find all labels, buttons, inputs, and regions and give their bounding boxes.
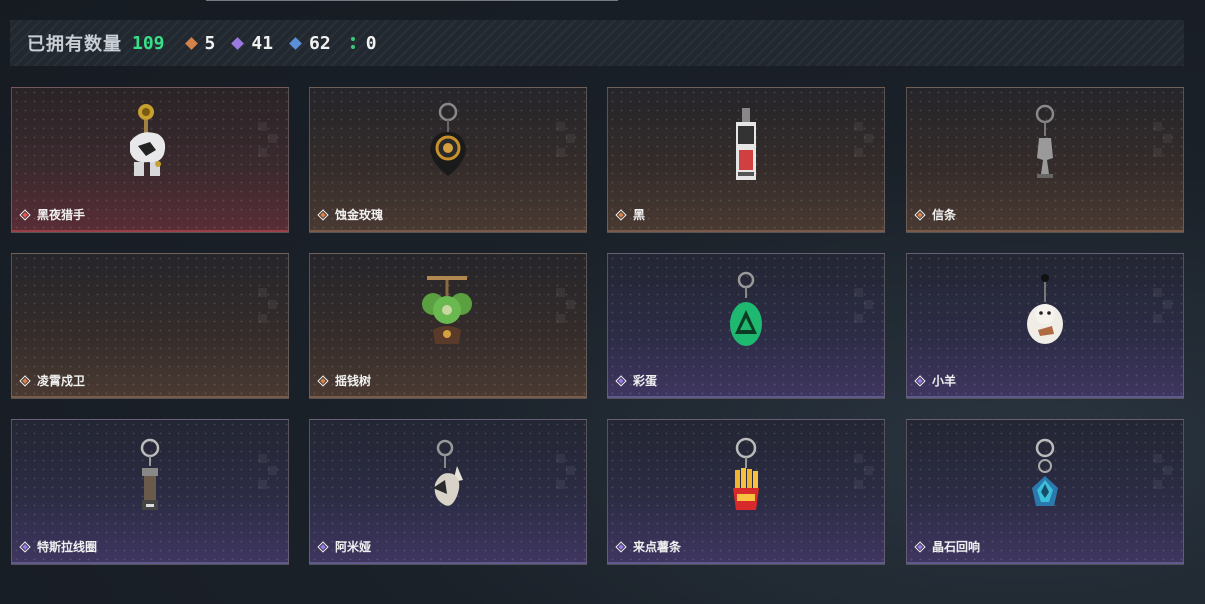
top-divider xyxy=(206,0,618,1)
item-name: 信条 xyxy=(932,208,957,222)
stat-blue-value: 62 xyxy=(309,32,331,54)
purple-rarity-icon xyxy=(317,540,329,553)
purple-rarity-icon xyxy=(19,540,31,553)
orange-diamond-icon xyxy=(184,36,198,50)
orange-rarity-icon xyxy=(19,374,31,387)
item-card[interactable]: 来点薯条 xyxy=(607,419,885,565)
orange-rarity-icon xyxy=(317,208,329,221)
easter-egg-charm-icon xyxy=(730,271,762,346)
crystal-echo-charm-icon xyxy=(1032,438,1058,506)
creed-charm-icon xyxy=(1035,104,1055,178)
item-card[interactable]: 蚀金玫瑰 xyxy=(309,87,587,233)
item-name: 彩蛋 xyxy=(633,374,658,388)
amiya-charm-icon xyxy=(433,439,463,506)
item-name: 小羊 xyxy=(932,374,957,388)
purple-rarity-icon xyxy=(615,374,627,387)
red-rarity-icon xyxy=(19,208,31,221)
item-card[interactable]: 黑夜猎手 xyxy=(11,87,289,233)
owned-label: 已拥有数量 xyxy=(27,34,122,55)
money-tree-charm-icon xyxy=(422,276,472,344)
purple-rarity-icon xyxy=(914,540,926,553)
item-name: 摇钱树 xyxy=(335,374,372,388)
item-name: 黑夜猎手 xyxy=(37,208,86,222)
purple-rarity-icon xyxy=(914,374,926,387)
orange-rarity-icon xyxy=(317,374,329,387)
night-hunter-charm-icon xyxy=(130,104,166,176)
collection-summary-bar: 已拥有数量 109 5 41 62 0 xyxy=(10,20,1184,66)
fries-charm-icon xyxy=(733,437,759,510)
stat-orange: 5 xyxy=(184,32,216,54)
item-name: 阿米娅 xyxy=(335,540,372,554)
stat-blue: 62 xyxy=(289,32,331,54)
stat-orange-value: 5 xyxy=(204,32,216,54)
stat-purple: 41 xyxy=(231,32,274,54)
item-name: 晶石回响 xyxy=(932,540,981,554)
tesla-coil-charm-icon xyxy=(140,438,160,510)
item-card[interactable]: 黑 xyxy=(607,87,885,233)
purple-rarity-icon xyxy=(615,540,627,553)
green-dots-icon xyxy=(350,37,355,49)
lamb-charm-icon xyxy=(1027,274,1063,344)
item-card[interactable]: 彩蛋 xyxy=(607,253,885,399)
item-card[interactable]: 晶石回响 xyxy=(906,419,1184,565)
purple-diamond-icon xyxy=(231,36,245,50)
item-card[interactable]: 信条 xyxy=(906,87,1184,233)
stat-green: 0 xyxy=(349,33,377,54)
item-card[interactable]: 小羊 xyxy=(906,253,1184,399)
orange-rarity-icon xyxy=(914,208,926,221)
orange-rarity-icon xyxy=(615,208,627,221)
item-name: 黑 xyxy=(633,208,646,222)
blue-diamond-icon xyxy=(289,36,302,50)
item-card[interactable]: 摇钱树 xyxy=(309,253,587,399)
black-tag-charm-icon xyxy=(736,108,756,180)
owned-count: 109 xyxy=(132,32,165,54)
item-card[interactable]: 阿米娅 xyxy=(309,419,587,565)
item-name: 特斯拉线圈 xyxy=(37,540,98,554)
stat-green-value: 0 xyxy=(365,32,377,54)
item-card[interactable]: 特斯拉线圈 xyxy=(11,419,289,565)
item-name: 凌霄戍卫 xyxy=(37,374,86,388)
stat-purple-value: 41 xyxy=(251,32,274,54)
item-name: 蚀金玫瑰 xyxy=(335,208,384,222)
gilded-rose-charm-icon xyxy=(430,102,466,176)
item-name: 来点薯条 xyxy=(633,540,682,554)
item-card[interactable]: 凌霄戍卫 xyxy=(11,253,289,399)
